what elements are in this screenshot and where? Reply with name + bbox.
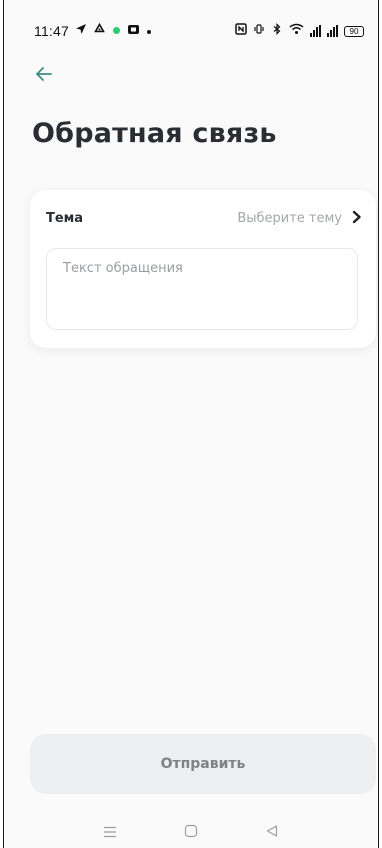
system-nav-bar xyxy=(4,818,378,846)
vibrate-icon xyxy=(253,23,265,39)
recycle-icon xyxy=(93,22,106,40)
video-icon xyxy=(127,24,140,39)
dot-icon xyxy=(146,24,152,39)
status-bar: 11:47 90 xyxy=(4,18,378,44)
menu-icon xyxy=(103,823,117,842)
arrow-left-icon xyxy=(35,66,53,86)
message-textarea[interactable] xyxy=(46,248,358,330)
topic-placeholder: Выберите тему xyxy=(237,210,342,226)
submit-button[interactable]: Отправить xyxy=(30,734,376,794)
nav-menu-button[interactable] xyxy=(95,820,125,844)
green-dot-icon xyxy=(112,24,121,39)
back-triangle-icon xyxy=(265,823,279,842)
topic-value-group: Выберите тему xyxy=(237,209,362,228)
nfc-icon xyxy=(235,23,247,39)
navigation-arrow-icon xyxy=(75,23,87,39)
feedback-form-card: Тема Выберите тему xyxy=(30,190,376,348)
nav-back-button[interactable] xyxy=(257,820,287,844)
app-screen: 11:47 90 Обратная связь Тема Выберите те… xyxy=(3,0,379,848)
bluetooth-icon xyxy=(271,23,283,39)
page-title: Обратная связь xyxy=(32,118,277,149)
chevron-right-icon xyxy=(352,209,362,228)
status-left: 11:47 xyxy=(34,22,152,40)
signal-icon-2 xyxy=(327,25,338,37)
back-button[interactable] xyxy=(30,62,58,90)
wifi-icon xyxy=(289,23,304,39)
signal-icon xyxy=(310,25,321,37)
battery-icon: 90 xyxy=(344,25,364,37)
status-time: 11:47 xyxy=(34,23,69,39)
topic-label: Тема xyxy=(46,210,84,226)
nav-home-button[interactable] xyxy=(176,820,206,844)
topic-selector[interactable]: Тема Выберите тему xyxy=(46,202,362,234)
home-icon xyxy=(184,823,198,842)
submit-label: Отправить xyxy=(160,756,246,772)
status-right: 90 xyxy=(235,23,364,39)
